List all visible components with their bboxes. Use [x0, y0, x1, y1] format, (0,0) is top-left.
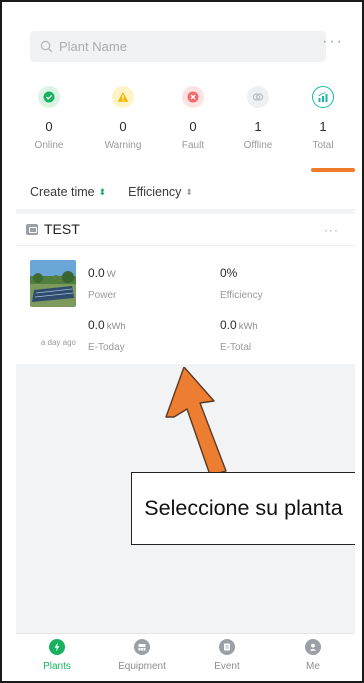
offline-icon [247, 86, 269, 108]
power-value: 0.0 [88, 266, 105, 280]
nav-label: Plants [43, 661, 71, 672]
plants-screen: ··· 0 Online 0 Warning 0 Fault [16, 17, 355, 681]
plant-name[interactable]: TEST [44, 221, 80, 237]
status-label: Fault [181, 140, 205, 151]
status-offline[interactable]: 1 Offline [225, 82, 291, 151]
etotal-metric: 0.0 kWh E-Total [220, 316, 258, 353]
plant-icon [26, 224, 38, 235]
annotation-text: Seleccione su planta [144, 496, 343, 520]
status-label: Offline [243, 140, 273, 151]
status-label: Warning [104, 140, 142, 151]
annotation-callout: Seleccione su planta [131, 472, 355, 545]
etoday-metric: 0.0 kWh E-Today [88, 316, 126, 353]
more-options-icon[interactable]: ··· [324, 223, 339, 237]
plant-card-header: TEST ··· [16, 214, 355, 246]
nav-equipment[interactable]: Equipment [107, 639, 177, 672]
status-warning[interactable]: 0 Warning [90, 82, 156, 151]
bottom-navigation: Plants Equipment Event Me [16, 633, 355, 681]
event-icon [219, 639, 235, 655]
plant-photo [30, 260, 76, 307]
etoday-unit: kWh [106, 321, 126, 332]
power-metric: 0.0 W Power [88, 264, 116, 301]
power-unit: W [106, 269, 116, 280]
nav-label: Event [214, 661, 240, 672]
efficiency-label: Efficiency [220, 290, 263, 301]
plant-card[interactable]: TEST ··· 0.0 W Power 0% Efficiency 0.0 k… [16, 214, 355, 364]
sort-arrows-icon: ⬍ [185, 186, 193, 197]
sort-arrows-icon: ⬍ [98, 186, 107, 197]
total-chart-icon [312, 86, 334, 108]
sort-efficiency[interactable]: Efficiency ⬍ [128, 185, 193, 199]
status-count: 0 [45, 119, 53, 134]
more-options-icon[interactable]: ··· [320, 34, 346, 53]
nav-event[interactable]: Event [192, 639, 262, 672]
fault-icon [182, 86, 204, 108]
nav-label: Me [306, 661, 320, 672]
efficiency-metric: 0% Efficiency [220, 264, 263, 301]
search-input[interactable] [59, 39, 299, 54]
status-online[interactable]: 0 Online [16, 82, 82, 151]
check-icon [38, 86, 60, 108]
user-icon [305, 639, 321, 655]
warning-icon [112, 86, 134, 108]
sort-label: Efficiency [128, 185, 182, 199]
sort-label: Create time [30, 185, 95, 199]
equipment-icon [134, 639, 150, 655]
etotal-value: 0.0 [220, 318, 237, 332]
etoday-label: E-Today [88, 342, 125, 353]
status-count: 0 [119, 119, 127, 134]
power-label: Power [88, 290, 117, 301]
search-bar[interactable] [30, 31, 326, 62]
nav-label: Equipment [118, 661, 166, 672]
status-fault[interactable]: 0 Fault [160, 82, 226, 151]
status-label: Online [34, 140, 64, 151]
etotal-unit: kWh [238, 321, 258, 332]
sort-create-time[interactable]: Create time ⬍ [30, 185, 106, 199]
status-count: 1 [254, 119, 262, 134]
search-icon [40, 40, 53, 53]
status-count: 0 [189, 119, 197, 134]
sort-bar: Create time ⬍ Efficiency ⬍ [30, 181, 215, 203]
status-total[interactable]: 1 Total [290, 82, 355, 151]
annotation-arrow-icon [165, 367, 227, 476]
status-count: 1 [319, 119, 327, 134]
nav-plants[interactable]: Plants [22, 639, 92, 672]
status-summary: 0 Online 0 Warning 0 Fault 1 Offline 1 T… [16, 82, 355, 182]
etoday-value: 0.0 [88, 318, 105, 332]
selected-tab-indicator [311, 168, 355, 172]
nav-me[interactable]: Me [278, 639, 348, 672]
status-label: Total [312, 140, 334, 151]
plant-bolt-icon [49, 639, 65, 655]
last-updated: a day ago [40, 338, 76, 347]
etotal-label: E-Total [220, 342, 252, 353]
efficiency-value: 0% [220, 266, 238, 280]
